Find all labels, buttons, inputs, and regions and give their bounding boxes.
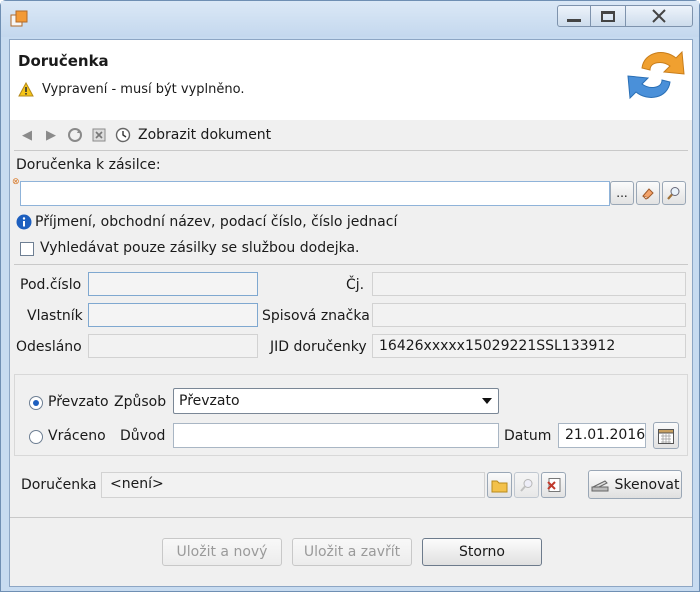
maximize-button[interactable] — [590, 5, 626, 27]
validation-text: Vypravení - musí být vyplněno. — [42, 82, 245, 97]
close-document-icon[interactable] — [90, 126, 108, 144]
vraceno-label: Vráceno — [48, 428, 106, 444]
only-dodejka-label: Vyhledávat pouze zásilky se službou dode… — [40, 240, 360, 256]
jid-field[interactable]: 16426xxxxx15029221SSL133912 — [372, 334, 686, 358]
scan-label: Skenovat — [614, 476, 680, 493]
minimize-icon — [567, 18, 581, 22]
search-input[interactable] — [20, 181, 610, 206]
close-button[interactable] — [625, 5, 693, 27]
zpusob-value: Převzato — [179, 393, 240, 409]
attachment-label: Doručenka — [21, 477, 97, 493]
prevzato-radio[interactable] — [29, 396, 43, 410]
datum-field[interactable]: 21.01.2016 — [558, 423, 646, 448]
back-arrow-icon[interactable]: ◀ — [18, 126, 36, 144]
spisova-znacka-label: Spisová značka — [262, 308, 370, 324]
dialog-header: Doručenka Vypravení - musí být vyplněno. — [10, 40, 692, 120]
search-button[interactable] — [662, 181, 686, 205]
jid-label: JID doručenky — [270, 339, 367, 355]
info-icon — [16, 214, 32, 230]
maximize-icon — [601, 10, 615, 22]
duvod-label: Důvod — [120, 428, 166, 444]
validation-message: Vypravení - musí být vyplněno. — [18, 82, 244, 97]
divider — [14, 264, 688, 265]
cj-label: Čj. — [346, 277, 365, 293]
attachment-field[interactable]: <není> — [101, 472, 485, 498]
odeslano-label: Odesláno — [16, 339, 82, 355]
odeslano-field[interactable] — [88, 334, 258, 358]
clear-button[interactable] — [636, 181, 660, 205]
folder-icon — [491, 480, 508, 492]
browse-button[interactable]: ... — [610, 181, 634, 205]
datum-label: Datum — [504, 428, 552, 444]
search-icon — [667, 187, 680, 200]
refresh-arrows-logo — [627, 50, 685, 100]
hint-row: Příjmení, obchodní název, podací číslo, … — [16, 214, 397, 230]
scanner-icon — [591, 479, 609, 491]
divider — [14, 150, 688, 151]
hint-text: Příjmení, obchodní název, podací číslo, … — [35, 214, 398, 230]
required-marker-icon: ⊗ — [12, 177, 20, 187]
zpusob-label: Způsob — [114, 394, 167, 410]
pod-cislo-field[interactable] — [88, 272, 258, 296]
chevron-down-icon — [482, 398, 492, 404]
clock-icon[interactable] — [114, 126, 132, 144]
toolbar: ◀ ▶ Zobrazit dokument — [18, 124, 271, 146]
vraceno-radio[interactable] — [29, 430, 43, 444]
spisova-znacka-field[interactable] — [372, 303, 686, 327]
page-title: Doručenka — [18, 52, 109, 70]
eraser-icon — [642, 188, 654, 200]
duvod-field[interactable] — [173, 423, 499, 448]
delivery-group: Převzato Způsob Převzato Vráceno Důvod D… — [14, 374, 688, 456]
close-icon — [652, 9, 666, 23]
delete-document-icon — [546, 478, 560, 492]
calendar-button[interactable] — [653, 422, 679, 449]
vlastnik-field[interactable] — [88, 303, 258, 327]
dialog-body: Doručenka Vypravení - musí být vyplněno.… — [9, 39, 693, 587]
save-new-button[interactable]: Uložit a nový — [162, 538, 282, 566]
minimize-button[interactable] — [557, 5, 591, 27]
refresh-icon[interactable] — [66, 126, 84, 144]
show-document-link[interactable]: Zobrazit dokument — [138, 127, 271, 143]
prevzato-label: Převzato — [48, 394, 109, 410]
dialog-window: Doručenka Vypravení - musí být vyplněno.… — [0, 0, 700, 592]
warning-icon — [18, 82, 34, 97]
forward-arrow-icon[interactable]: ▶ — [42, 126, 60, 144]
cancel-button[interactable]: Storno — [422, 538, 542, 566]
scan-button[interactable]: Skenovat — [588, 470, 682, 499]
view-file-button[interactable] — [514, 472, 539, 498]
save-close-button[interactable]: Uložit a zavřít — [292, 538, 412, 566]
title-bar[interactable] — [1, 1, 699, 37]
cj-field[interactable] — [372, 272, 686, 296]
vlastnik-label: Vlastník — [27, 308, 83, 324]
only-dodejka-checkbox[interactable] — [20, 242, 34, 256]
pod-cislo-label: Pod.číslo — [20, 277, 82, 293]
open-file-button[interactable] — [487, 472, 512, 498]
magnifier-icon — [519, 479, 532, 492]
calendar-icon — [658, 428, 674, 444]
divider — [10, 517, 692, 518]
app-icon — [10, 10, 28, 27]
dorucenka-zasilka-label: Doručenka k zásilce: — [16, 157, 161, 173]
remove-file-button[interactable] — [541, 472, 566, 498]
zpusob-select[interactable]: Převzato — [173, 388, 499, 414]
